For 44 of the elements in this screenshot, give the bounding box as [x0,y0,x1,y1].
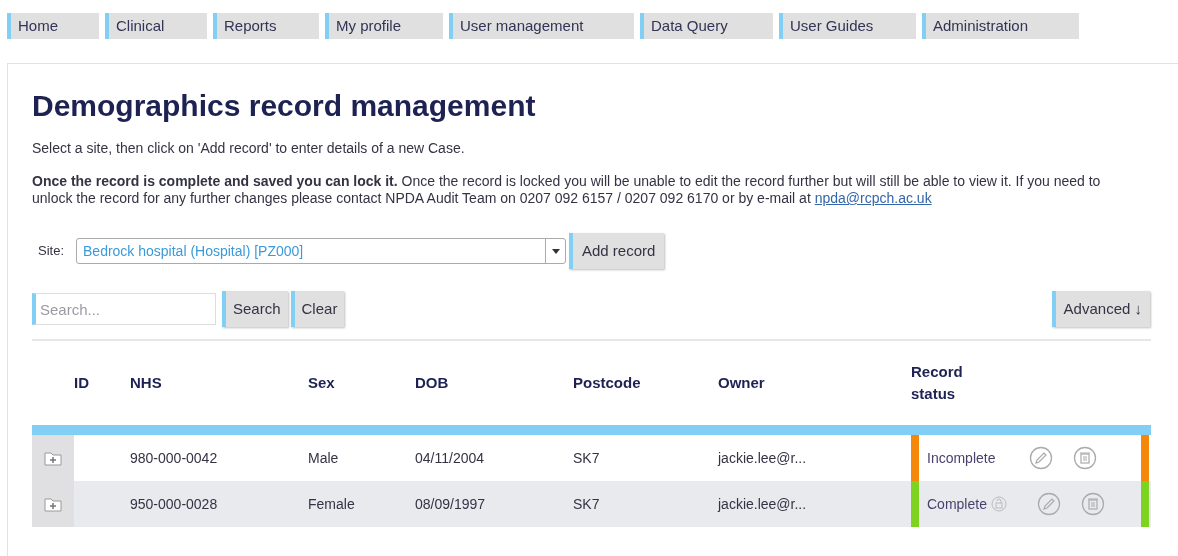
column-header: Sex [308,373,335,391]
table-cell: 980-000-0042 [130,449,218,466]
column-header: Record status [911,361,964,404]
folder-plus-icon[interactable] [43,449,63,467]
status-text: Complete [927,494,987,514]
nav-tab[interactable]: Reports [213,13,319,39]
nav-tab[interactable]: Administration [922,13,1079,39]
folder-plus-icon[interactable] [43,495,63,513]
table-cell: jackie.lee@r... [718,449,807,466]
status-text: Incomplete [927,448,996,468]
table-cell: SK7 [573,449,600,466]
table-cell: 04/11/2004 [415,449,485,466]
edit-pencil-icon[interactable] [1029,446,1054,470]
column-header: Postcode [573,373,641,391]
table-cell: 08/09/1997 [415,495,486,512]
trash-icon[interactable] [1073,446,1098,470]
nav-tab[interactable]: User management [449,13,634,39]
lock-notice: Once the record is complete and saved you can lock it. Once the record is locked you will be unable to edit the record further but will still be able to view it. If you need to unlock the record for any further changes please contact NPDA Audit Team on 0207 092 6157 / 0207 092 6170 or by e-mail at npda@rcpch.ac.uk [32,173,1102,207]
nav-tab[interactable]: User Guides [779,13,916,39]
advanced-button[interactable]: Advanced ↓ [1051,291,1150,327]
intro-text: Select a site, then click on 'Add record' to enter details of a new Case. [32,139,466,158]
trash-icon[interactable] [1080,492,1105,516]
nav-tab[interactable]: Data Query [640,13,773,39]
nav-tab[interactable]: Clinical [105,13,207,39]
column-header: Owner [718,373,765,391]
clear-button[interactable]: Clear [290,291,345,327]
email-link[interactable]: npda@rcpch.ac.uk [814,190,932,206]
search-button[interactable]: Search [222,291,288,327]
site-label: Site: [38,242,64,261]
column-header: DOB [415,373,449,391]
column-header: NHS [130,373,162,391]
column-header: ID [74,373,89,391]
search-field[interactable]: Search... [32,293,216,325]
table-cell: Female [308,495,355,512]
table-cell: Male [308,449,339,466]
table-cell: 950-000-0028 [130,495,218,512]
edit-pencil-icon[interactable] [1036,492,1061,516]
table-cell: jackie.lee@r... [718,495,807,512]
dropdown-caret-icon [551,248,560,254]
add-record-button[interactable]: Add record [569,233,665,269]
table-cell: SK7 [573,495,600,512]
nav-tab[interactable]: Home [7,13,99,39]
page-title: Demographics record management [32,88,537,124]
nav-tab[interactable]: My profile [325,13,443,39]
